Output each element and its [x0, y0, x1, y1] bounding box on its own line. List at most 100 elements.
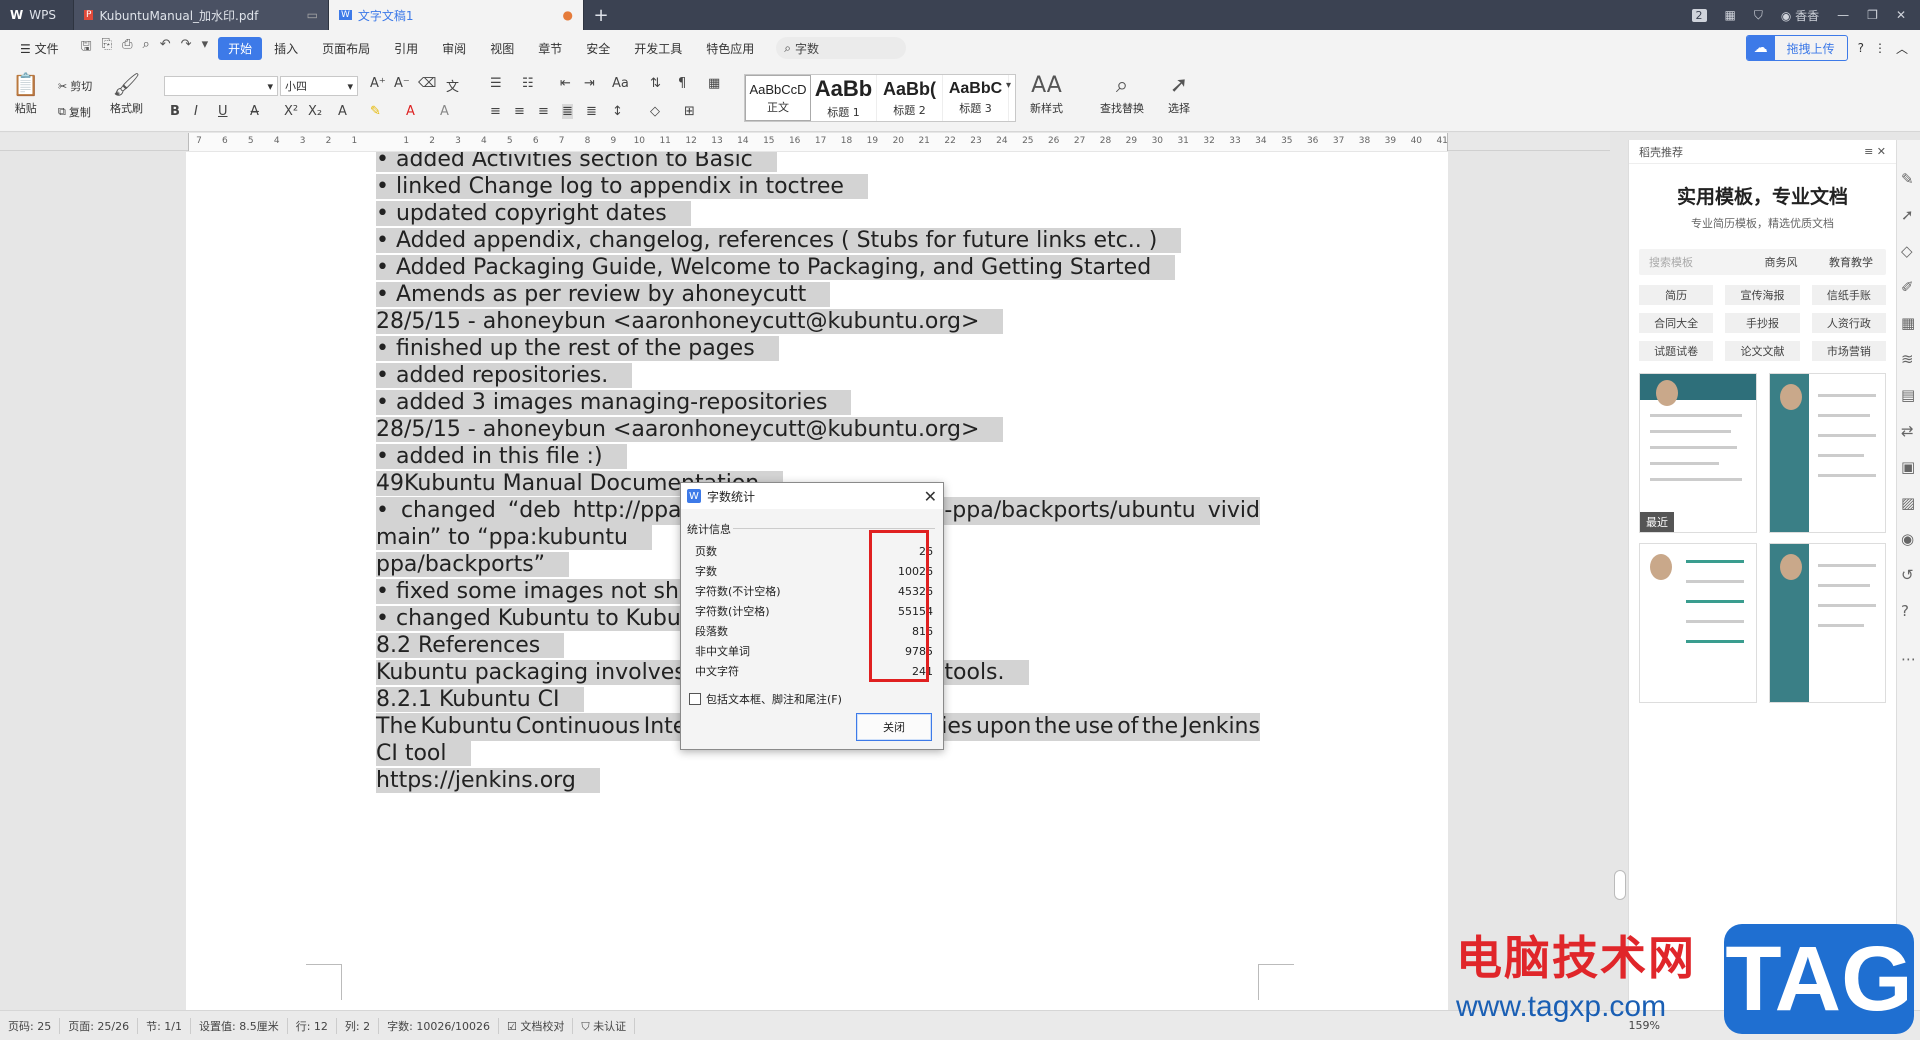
image-icon[interactable]: ▨: [1901, 494, 1915, 512]
style-gallery-scroll-icon[interactable]: ▾: [1006, 80, 1011, 91]
bullet-list-icon[interactable]: ☰: [490, 76, 502, 91]
menu-tab-insert[interactable]: 插入: [262, 37, 310, 60]
select-button[interactable]: ➚ 选择: [1168, 72, 1190, 116]
minimize-icon[interactable]: —: [1837, 8, 1849, 22]
customize-icon[interactable]: ▾: [202, 37, 209, 59]
find-replace-button[interactable]: ⌕ 查找替换: [1100, 72, 1144, 116]
file-menu[interactable]: ☰ 文件: [8, 37, 71, 60]
borders-icon[interactable]: ⊞: [684, 104, 695, 119]
menu-tab-view[interactable]: 视图: [478, 37, 526, 60]
panel-close-icon[interactable]: ✕: [1877, 145, 1886, 158]
status-page-count[interactable]: 页面: 25/26: [60, 1017, 139, 1034]
tag-business[interactable]: 商务风: [1746, 254, 1816, 270]
close-window-icon[interactable]: ✕: [1896, 8, 1906, 22]
settings-icon[interactable]: ≋: [1901, 350, 1914, 368]
print-icon[interactable]: ⎙: [122, 37, 132, 59]
format-painter-button[interactable]: 🖌 格式刷: [110, 72, 143, 116]
style-heading-2[interactable]: AaBb(标题 2: [877, 75, 943, 121]
template-search-input[interactable]: 搜索模板: [1639, 254, 1746, 270]
new-tab-button[interactable]: +: [584, 0, 618, 30]
category-item[interactable]: 宣传海报: [1725, 285, 1800, 305]
status-section[interactable]: 节: 1/1: [138, 1017, 192, 1034]
template-icon[interactable]: ◉: [1901, 530, 1914, 548]
grow-font-icon[interactable]: A⁺: [370, 76, 386, 91]
font-color-icon[interactable]: A: [406, 104, 415, 119]
status-line[interactable]: 行: 12: [288, 1017, 337, 1034]
upload-button[interactable]: ☁ 拖拽上传: [1745, 35, 1848, 61]
redo-icon[interactable]: ↷: [181, 37, 192, 59]
status-page-number[interactable]: 页码: 25: [0, 1017, 61, 1034]
tab-monitor-icon[interactable]: ▭: [307, 8, 318, 22]
tab-document[interactable]: W 文字文稿1 ●: [329, 0, 584, 30]
style-heading-1[interactable]: AaBb 标题 1: [811, 75, 877, 121]
category-item[interactable]: 人资行政: [1811, 313, 1886, 333]
table-icon[interactable]: ▦: [1901, 314, 1915, 332]
shapes-icon[interactable]: ◇: [1901, 242, 1913, 260]
proofread-button[interactable]: ☑ 文档校对: [499, 1017, 574, 1034]
align-left-icon[interactable]: ≡: [490, 104, 501, 119]
menu-tab-developer[interactable]: 开发工具: [622, 37, 694, 60]
align-right-icon[interactable]: ≡: [538, 104, 549, 119]
status-position[interactable]: 设置值: 8.5厘米: [191, 1017, 288, 1034]
clear-format-icon[interactable]: ⌫: [418, 76, 436, 91]
unsaved-dot-icon[interactable]: ●: [563, 8, 573, 22]
export-icon[interactable]: ⎘: [102, 37, 112, 59]
horizontal-ruler[interactable]: 7 6 5 4 3 2 1 1 2 3 4 5 6 7 8 9 10 11 12 13 14 15 16 17 18 19 20 21…: [0, 133, 1610, 151]
shirt-icon[interactable]: ⛉: [1754, 8, 1763, 23]
menu-tab-chapter[interactable]: 章节: [526, 37, 574, 60]
decrease-indent-icon[interactable]: ⇤: [560, 76, 571, 91]
template-thumbnail[interactable]: [1768, 373, 1886, 533]
italic-icon[interactable]: I: [194, 104, 198, 119]
superscript-icon[interactable]: X²: [284, 104, 298, 119]
pointer-icon[interactable]: ➚: [1901, 206, 1914, 224]
checkbox-square[interactable]: [689, 693, 701, 705]
history-icon[interactable]: ↺: [1901, 566, 1914, 584]
style-heading-3[interactable]: AaBbC 标题 3: [943, 75, 1009, 121]
share-icon[interactable]: ⇄: [1901, 422, 1914, 440]
help-icon[interactable]: ?: [1858, 41, 1864, 55]
menu-tab-layout[interactable]: 页面布局: [310, 37, 382, 60]
preview-icon[interactable]: ⌕: [142, 37, 149, 59]
save-icon[interactable]: 🖫: [81, 37, 92, 59]
marker-icon[interactable]: ✐: [1901, 278, 1914, 296]
underline-icon[interactable]: U: [218, 104, 228, 119]
tab-wps-home[interactable]: W WPS: [0, 0, 74, 30]
scrollbar-thumb[interactable]: [1614, 870, 1626, 900]
tab-pdf[interactable]: P KubuntuManual_加水印.pdf ▭: [74, 0, 329, 30]
shrink-font-icon[interactable]: A⁻: [394, 76, 410, 91]
category-item[interactable]: 信纸手账: [1811, 285, 1886, 305]
number-list-icon[interactable]: ☷: [522, 76, 534, 91]
font-family-select[interactable]: ▾: [164, 76, 278, 96]
align-justify-icon[interactable]: ≣: [562, 104, 573, 119]
more-icon[interactable]: ⋮: [1874, 41, 1886, 55]
bold-icon[interactable]: B: [170, 104, 180, 119]
undo-icon[interactable]: ↶: [160, 37, 171, 59]
category-item[interactable]: 合同大全: [1639, 313, 1714, 333]
change-case-icon[interactable]: Aa: [612, 76, 629, 91]
more-dots-icon[interactable]: ⋯: [1901, 650, 1916, 668]
category-item[interactable]: 试题试卷: [1639, 341, 1714, 361]
user-avatar[interactable]: ◉ 香香: [1781, 7, 1819, 24]
strikethrough-icon[interactable]: A̶: [250, 104, 259, 119]
dialog-close-icon[interactable]: ✕: [924, 487, 937, 506]
include-textbox-checkbox[interactable]: 包括文本框、脚注和尾注(F): [689, 691, 842, 707]
status-word-count[interactable]: 字数: 10026/10026: [379, 1017, 500, 1034]
category-item[interactable]: 手抄报: [1725, 313, 1800, 333]
menu-tab-security[interactable]: 安全: [574, 37, 622, 60]
menu-tab-special[interactable]: 特色应用: [694, 37, 766, 60]
category-item[interactable]: 市场营销: [1811, 341, 1886, 361]
restore-icon[interactable]: ❐: [1867, 8, 1878, 22]
template-thumbnail[interactable]: 最近: [1639, 373, 1757, 533]
new-style-button[interactable]: AA 新样式: [1030, 72, 1063, 116]
font-size-select[interactable]: 小四 ▾: [280, 76, 358, 96]
menu-tab-references[interactable]: 引用: [382, 37, 430, 60]
skin-icon[interactable]: ▦: [1725, 8, 1736, 22]
char-shading-icon[interactable]: A: [440, 104, 449, 119]
tag-education[interactable]: 教育教学: [1816, 254, 1886, 270]
table-border-icon[interactable]: ▦: [708, 76, 720, 91]
style-normal[interactable]: AaBbCcD 正文: [745, 75, 811, 121]
phonetic-icon[interactable]: 文: [446, 76, 459, 95]
document-icon[interactable]: ▤: [1901, 386, 1915, 404]
panel-menu-icon[interactable]: ≡: [1864, 145, 1873, 158]
dialog-close-button[interactable]: 关闭: [856, 713, 932, 741]
